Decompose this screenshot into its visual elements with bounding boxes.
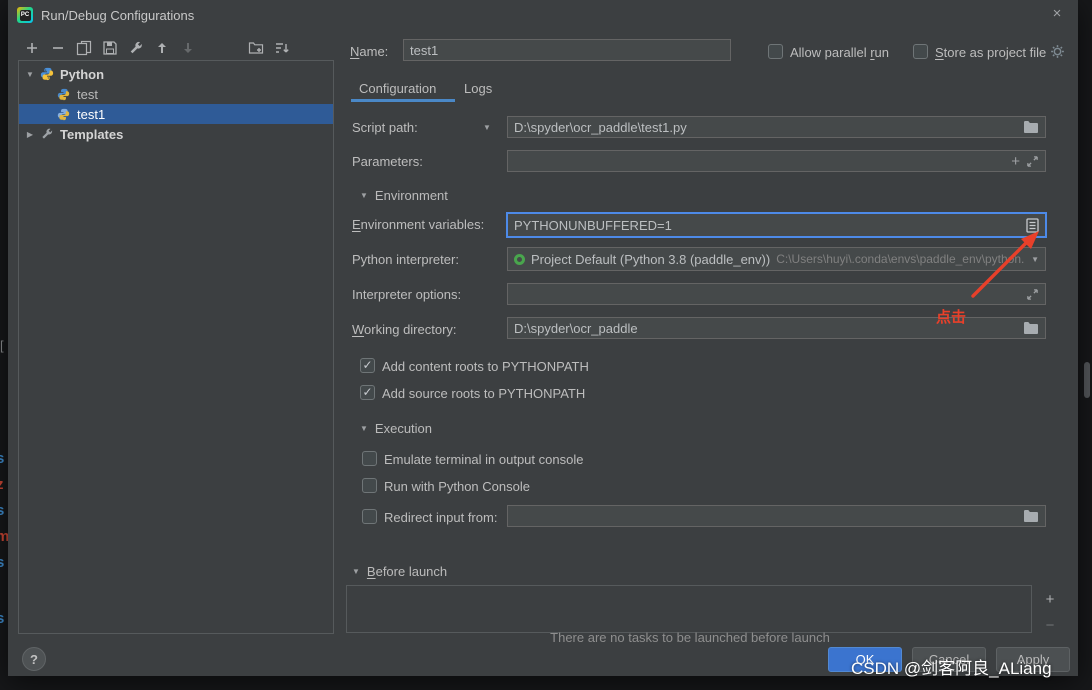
execution-section-header[interactable]: ▼ Execution — [360, 421, 432, 436]
page-edge-text: s — [0, 502, 8, 519]
edit-templates-icon[interactable] — [128, 40, 144, 56]
toolbar-separator — [206, 48, 238, 49]
chevron-down-icon[interactable]: ▼ — [483, 123, 491, 132]
folder-icon[interactable] — [1023, 509, 1039, 523]
chevron-down-icon[interactable]: ▼ — [360, 191, 368, 200]
browse-variables-icon[interactable] — [1026, 218, 1039, 233]
redirect-input-label: Redirect input from: — [384, 510, 497, 525]
add-icon[interactable]: + — [1011, 154, 1020, 169]
page-edge-text: s — [0, 610, 8, 627]
parameters-label: Parameters: — [352, 154, 423, 169]
chevron-down-icon[interactable]: ▼ — [352, 567, 360, 576]
name-label: Name: — [350, 44, 388, 59]
name-input[interactable]: test1 — [403, 39, 731, 61]
before-launch-section-header[interactable]: ▼ Before launch — [352, 564, 447, 579]
page-edge-text: i — [0, 580, 8, 597]
chevron-down-icon[interactable]: ▼ — [360, 424, 368, 433]
annotation-text: 点击 — [936, 306, 966, 327]
environment-variables-input[interactable]: PYTHONUNBUFFERED=1 — [507, 213, 1046, 237]
python-interpreter-label: Python interpreter: — [352, 252, 459, 267]
tree-item-label: test — [77, 87, 98, 102]
add-icon[interactable] — [24, 40, 40, 56]
conda-env-icon — [514, 254, 525, 265]
allow-parallel-run-label: Allow parallel run — [790, 45, 889, 60]
redirect-input-file-input[interactable] — [507, 505, 1046, 527]
folder-icon[interactable] — [1023, 120, 1039, 134]
chevron-down-icon[interactable]: ▼ — [1031, 255, 1039, 264]
python-interpreter-combobox[interactable]: Project Default (Python 3.8 (paddle_env)… — [507, 247, 1046, 271]
tree-group-templates[interactable]: ▶ Templates — [19, 124, 333, 144]
tree-item-test1-selected[interactable]: test1 — [19, 104, 333, 124]
name-value: test1 — [410, 43, 724, 58]
interpreter-options-label: Interpreter options: — [352, 287, 461, 302]
store-as-project-file-label: Store as project file — [935, 45, 1046, 60]
before-launch-hint: There are no tasks to be launched before… — [410, 631, 970, 642]
page-edge-text: z — [0, 476, 8, 493]
page-edge-text: s — [0, 554, 8, 571]
add-task-icon[interactable]: + — [1042, 592, 1058, 608]
add-content-roots-checkbox[interactable]: ✓ — [360, 358, 375, 373]
working-directory-label: Working directory: — [352, 322, 457, 337]
screenshot-root: [ s z s m s i s PC Run/Debug Configurati… — [0, 0, 1092, 690]
tree-item-label: test1 — [77, 107, 105, 122]
run-python-console-checkbox[interactable] — [362, 478, 377, 493]
new-folder-icon[interactable] — [248, 40, 264, 56]
tab-logs[interactable]: Logs — [464, 81, 492, 96]
gear-icon[interactable] — [1050, 44, 1065, 59]
add-source-roots-checkbox[interactable]: ✓ — [360, 385, 375, 400]
copy-icon[interactable] — [76, 40, 92, 56]
move-up-icon[interactable] — [154, 40, 170, 56]
tab-configuration[interactable]: Configuration — [359, 81, 436, 96]
emulate-terminal-checkbox[interactable] — [362, 451, 377, 466]
save-icon[interactable] — [102, 40, 118, 56]
add-content-roots-label: Add content roots to PYTHONPATH — [382, 359, 589, 374]
page-edge-text: [ — [0, 338, 4, 353]
pycharm-app-icon: PC — [17, 7, 33, 23]
configurations-toolbar — [24, 38, 290, 58]
page-edge-text: m — [0, 528, 8, 545]
remove-task-icon[interactable]: − — [1042, 618, 1058, 634]
environment-variables-label: Environment variables: — [352, 217, 484, 232]
run-debug-configurations-dialog: PC Run/Debug Configurations × — [8, 0, 1078, 676]
allow-parallel-run-checkbox[interactable] — [768, 44, 783, 59]
tree-group-python[interactable]: ▼ Python — [19, 64, 333, 84]
watermark: CSDN @剑客阿良_ALiang — [851, 654, 1052, 679]
move-down-icon[interactable] — [180, 40, 196, 56]
parameters-input[interactable]: + — [507, 150, 1046, 172]
chevron-down-icon[interactable]: ▼ — [25, 70, 35, 79]
script-path-input[interactable]: D:\spyder\ocr_paddle\test1.py — [507, 116, 1046, 138]
configurations-tree: ▼ Python test test1 ▶ Templates — [18, 60, 334, 634]
redirect-input-checkbox[interactable] — [362, 509, 377, 524]
dialog-title: Run/Debug Configurations — [41, 8, 194, 23]
emulate-terminal-label: Emulate terminal in output console — [384, 452, 583, 467]
tree-group-label: Python — [60, 67, 104, 82]
help-button[interactable]: ? — [22, 647, 46, 671]
tree-group-label: Templates — [60, 127, 123, 142]
active-tab-underline — [351, 99, 455, 102]
dialog-titlebar: PC Run/Debug Configurations × — [8, 0, 1078, 30]
sort-configurations-icon[interactable] — [274, 40, 290, 56]
python-file-icon — [57, 107, 72, 122]
before-launch-task-list[interactable] — [346, 585, 1032, 633]
close-icon[interactable]: × — [1048, 5, 1066, 23]
store-as-project-file-checkbox[interactable] — [913, 44, 928, 59]
python-file-icon — [57, 87, 72, 102]
run-python-console-label: Run with Python Console — [384, 479, 530, 494]
folder-icon[interactable] — [1023, 321, 1039, 335]
add-source-roots-label: Add source roots to PYTHONPATH — [382, 386, 585, 401]
interpreter-options-input[interactable] — [507, 283, 1046, 305]
environment-section-header[interactable]: ▼ Environment — [360, 188, 448, 203]
chevron-right-icon[interactable]: ▶ — [25, 130, 35, 139]
script-path-label: Script path: — [352, 120, 418, 135]
python-logo-icon — [40, 67, 55, 82]
page-scrollbar[interactable] — [1084, 362, 1090, 398]
tree-item-test[interactable]: test — [19, 84, 333, 104]
expand-icon[interactable] — [1026, 288, 1039, 301]
wrench-icon — [40, 127, 55, 142]
expand-icon[interactable] — [1026, 155, 1039, 168]
page-edge-text: s — [0, 450, 8, 467]
remove-icon[interactable] — [50, 40, 66, 56]
